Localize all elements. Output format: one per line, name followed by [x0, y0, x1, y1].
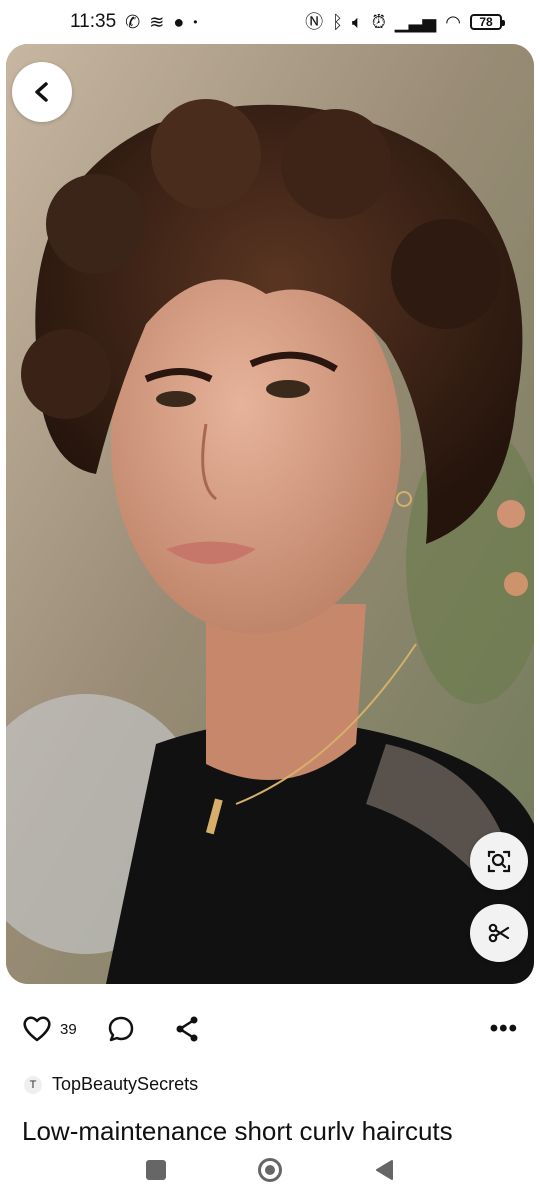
alarm-icon: ⏰︎	[371, 12, 386, 32]
back-button[interactable]	[12, 62, 72, 122]
home-icon[interactable]	[258, 1158, 282, 1182]
status-left: 11:35 ✆ ≋ ● •	[70, 11, 197, 33]
status-bar: 11:35 ✆ ≋ ● • Ⓝ ᛒ 🔈︎ ⏰︎ ▁▃▅ ◠ 78	[0, 0, 540, 44]
bluetooth-icon: ᛒ	[332, 12, 343, 32]
layers-icon: ≋	[149, 12, 165, 32]
phone-wifi-icon: ✆	[125, 12, 141, 32]
scissors-icon	[488, 923, 510, 943]
like-count: 39	[60, 1020, 77, 1038]
pin-title: Low-maintenance short curly haircuts	[22, 1112, 522, 1140]
system-nav-bar	[0, 1140, 540, 1200]
battery-level: 78	[479, 15, 493, 29]
pin-title-text: Low-maintenance short curly haircuts	[22, 1116, 453, 1140]
author-name[interactable]: TopBeautySecrets	[52, 1074, 198, 1095]
signal-icon: ▁▃▅	[394, 12, 437, 32]
author-row[interactable]: T TopBeautySecrets	[24, 1074, 198, 1095]
status-time: 11:35	[70, 11, 117, 32]
share-icon	[176, 1016, 198, 1042]
status-right: Ⓝ ᛒ 🔈︎ ⏰︎ ▁▃▅ ◠ 78	[305, 12, 505, 32]
visual-search-button[interactable]	[470, 832, 528, 890]
comment-icon	[108, 1016, 133, 1042]
more-icon: •••	[489, 1015, 518, 1042]
more-options-button[interactable]: •••	[490, 1015, 518, 1043]
volume-icon: 🔈︎	[351, 12, 363, 32]
visual-search-icon	[487, 850, 511, 873]
back-nav-icon[interactable]	[374, 1159, 394, 1181]
nfc-icon: Ⓝ	[305, 12, 324, 32]
wifi-icon: ◠	[445, 12, 461, 32]
like-button[interactable]	[22, 1015, 52, 1043]
comment-button[interactable]	[107, 1015, 135, 1043]
recents-icon[interactable]	[146, 1160, 166, 1180]
author-avatar: T	[24, 1075, 42, 1094]
planet-icon: ●	[173, 12, 185, 32]
cutout-button[interactable]	[470, 904, 528, 962]
share-button[interactable]	[173, 1015, 201, 1043]
action-row: 39 •••	[22, 1008, 518, 1050]
battery-icon: 78	[470, 14, 505, 30]
pin-image[interactable]	[6, 44, 534, 984]
heart-icon	[23, 1016, 51, 1042]
back-icon	[35, 82, 48, 102]
portrait-photo	[6, 44, 534, 984]
dot-icon: •	[193, 15, 198, 29]
